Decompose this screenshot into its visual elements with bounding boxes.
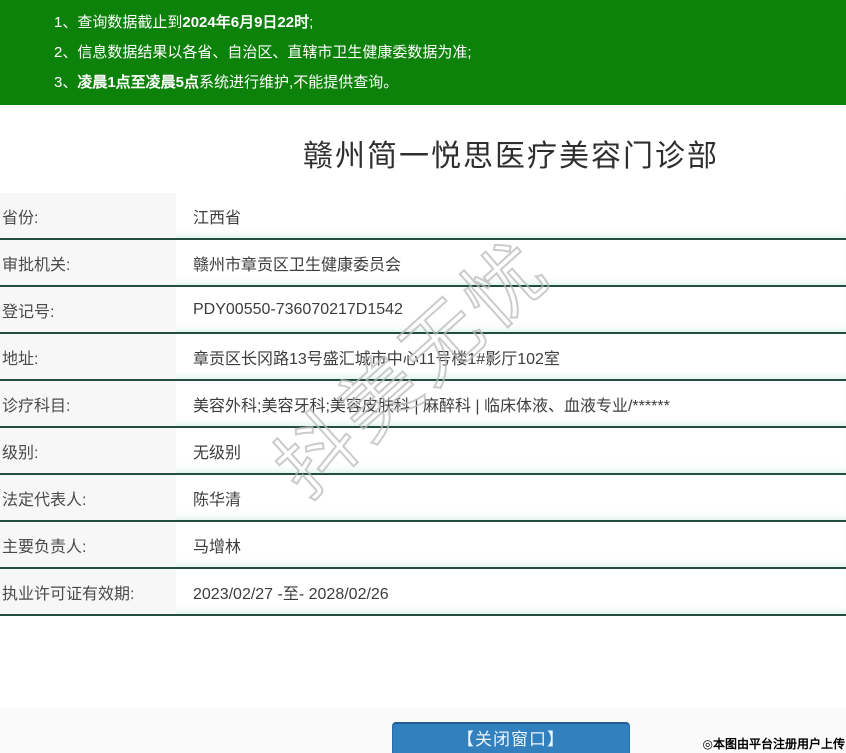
row-value: 赣州市章贡区卫生健康委员会 xyxy=(193,256,402,274)
close-window-button[interactable]: 【关闭窗口】 xyxy=(392,722,630,753)
row-label: 地址: xyxy=(0,334,176,379)
page: 1、查询数据截止到2024年6月9日22时; 2、信息数据结果以各省、自治区、直… xyxy=(0,0,846,753)
table-row-medical-subjects: 诊疗科目: 美容外科;美容牙科;美容皮肤科 | 麻醉科 | 临床体液、血液专业/… xyxy=(0,381,846,428)
footer-bar: 【关闭窗口】 ◎本图由平台注册用户上传 xyxy=(0,707,846,753)
notice-text: ; xyxy=(309,14,314,31)
row-label: 省份: xyxy=(0,193,176,238)
notice-number: 1、 xyxy=(54,14,78,31)
row-label: 审批机关: xyxy=(0,240,176,285)
row-value: 马增林 xyxy=(193,538,242,556)
table-row-registration-number: 登记号: PDY00550-736070217D1542 xyxy=(0,287,846,334)
row-value: 2023/02/27 -至- 2028/02/26 xyxy=(193,585,389,603)
row-value: 江西省 xyxy=(193,209,242,227)
row-label: 级别: xyxy=(0,428,176,473)
notice-bar: 1、查询数据截止到2024年6月9日22时; 2、信息数据结果以各省、自治区、直… xyxy=(0,0,846,105)
notice-bold-text: 2024年6月9日22时 xyxy=(182,14,310,31)
notice-number: 2、 xyxy=(54,44,78,61)
row-label: 主要负责人: xyxy=(0,522,176,567)
upload-caption: ◎本图由平台注册用户上传 xyxy=(702,737,845,751)
info-table: 省份: 江西省 审批机关: 赣州市章贡区卫生健康委员会 登记号: PDY0055… xyxy=(0,193,846,616)
row-value: 无级别 xyxy=(193,444,242,462)
row-label: 诊疗科目: xyxy=(0,381,176,426)
notice-text: 系统进行维护,不能提供查询。 xyxy=(199,74,399,91)
row-value: 章贡区长冈路13号盛汇城市中心11号楼1#影厅102室 xyxy=(193,350,560,368)
row-label: 登记号: xyxy=(0,287,176,332)
notice-number: 3、 xyxy=(54,74,78,91)
row-value: PDY00550-736070217D1542 xyxy=(193,300,403,318)
row-value: 美容外科;美容牙科;美容皮肤科 | 麻醉科 | 临床体液、血液专业/****** xyxy=(193,397,670,415)
table-row-legal-representative: 法定代表人: 陈华清 xyxy=(0,475,846,522)
notice-text: 查询数据截止到 xyxy=(77,14,183,31)
notice-text: 信息数据结果以各省、自治区、直辖市卫生健康委数据为准; xyxy=(77,44,472,61)
table-row-level: 级别: 无级别 xyxy=(0,428,846,475)
table-row-main-person-in-charge: 主要负责人: 马增林 xyxy=(0,522,846,569)
table-row-license-validity: 执业许可证有效期: 2023/02/27 -至- 2028/02/26 xyxy=(0,569,846,616)
row-value: 陈华清 xyxy=(193,491,242,509)
notice-line-3: 3、凌晨1点至凌晨5点系统进行维护,不能提供查询。 xyxy=(54,68,836,98)
notice-line-1: 1、查询数据截止到2024年6月9日22时; xyxy=(54,8,836,38)
row-label: 法定代表人: xyxy=(0,475,176,520)
table-row-address: 地址: 章贡区长冈路13号盛汇城市中心11号楼1#影厅102室 xyxy=(0,334,846,381)
notice-bold-text: 凌晨1点至凌晨5点 xyxy=(77,74,200,91)
row-label: 执业许可证有效期: xyxy=(0,569,176,614)
page-title: 赣州简一悦思医疗美容门诊部 xyxy=(303,140,719,173)
notice-line-2: 2、信息数据结果以各省、自治区、直辖市卫生健康委数据为准; xyxy=(54,38,836,68)
table-row-province: 省份: 江西省 xyxy=(0,193,846,240)
title-section: 赣州简一悦思医疗美容门诊部 xyxy=(176,105,846,193)
table-row-approval-authority: 审批机关: 赣州市章贡区卫生健康委员会 xyxy=(0,240,846,287)
